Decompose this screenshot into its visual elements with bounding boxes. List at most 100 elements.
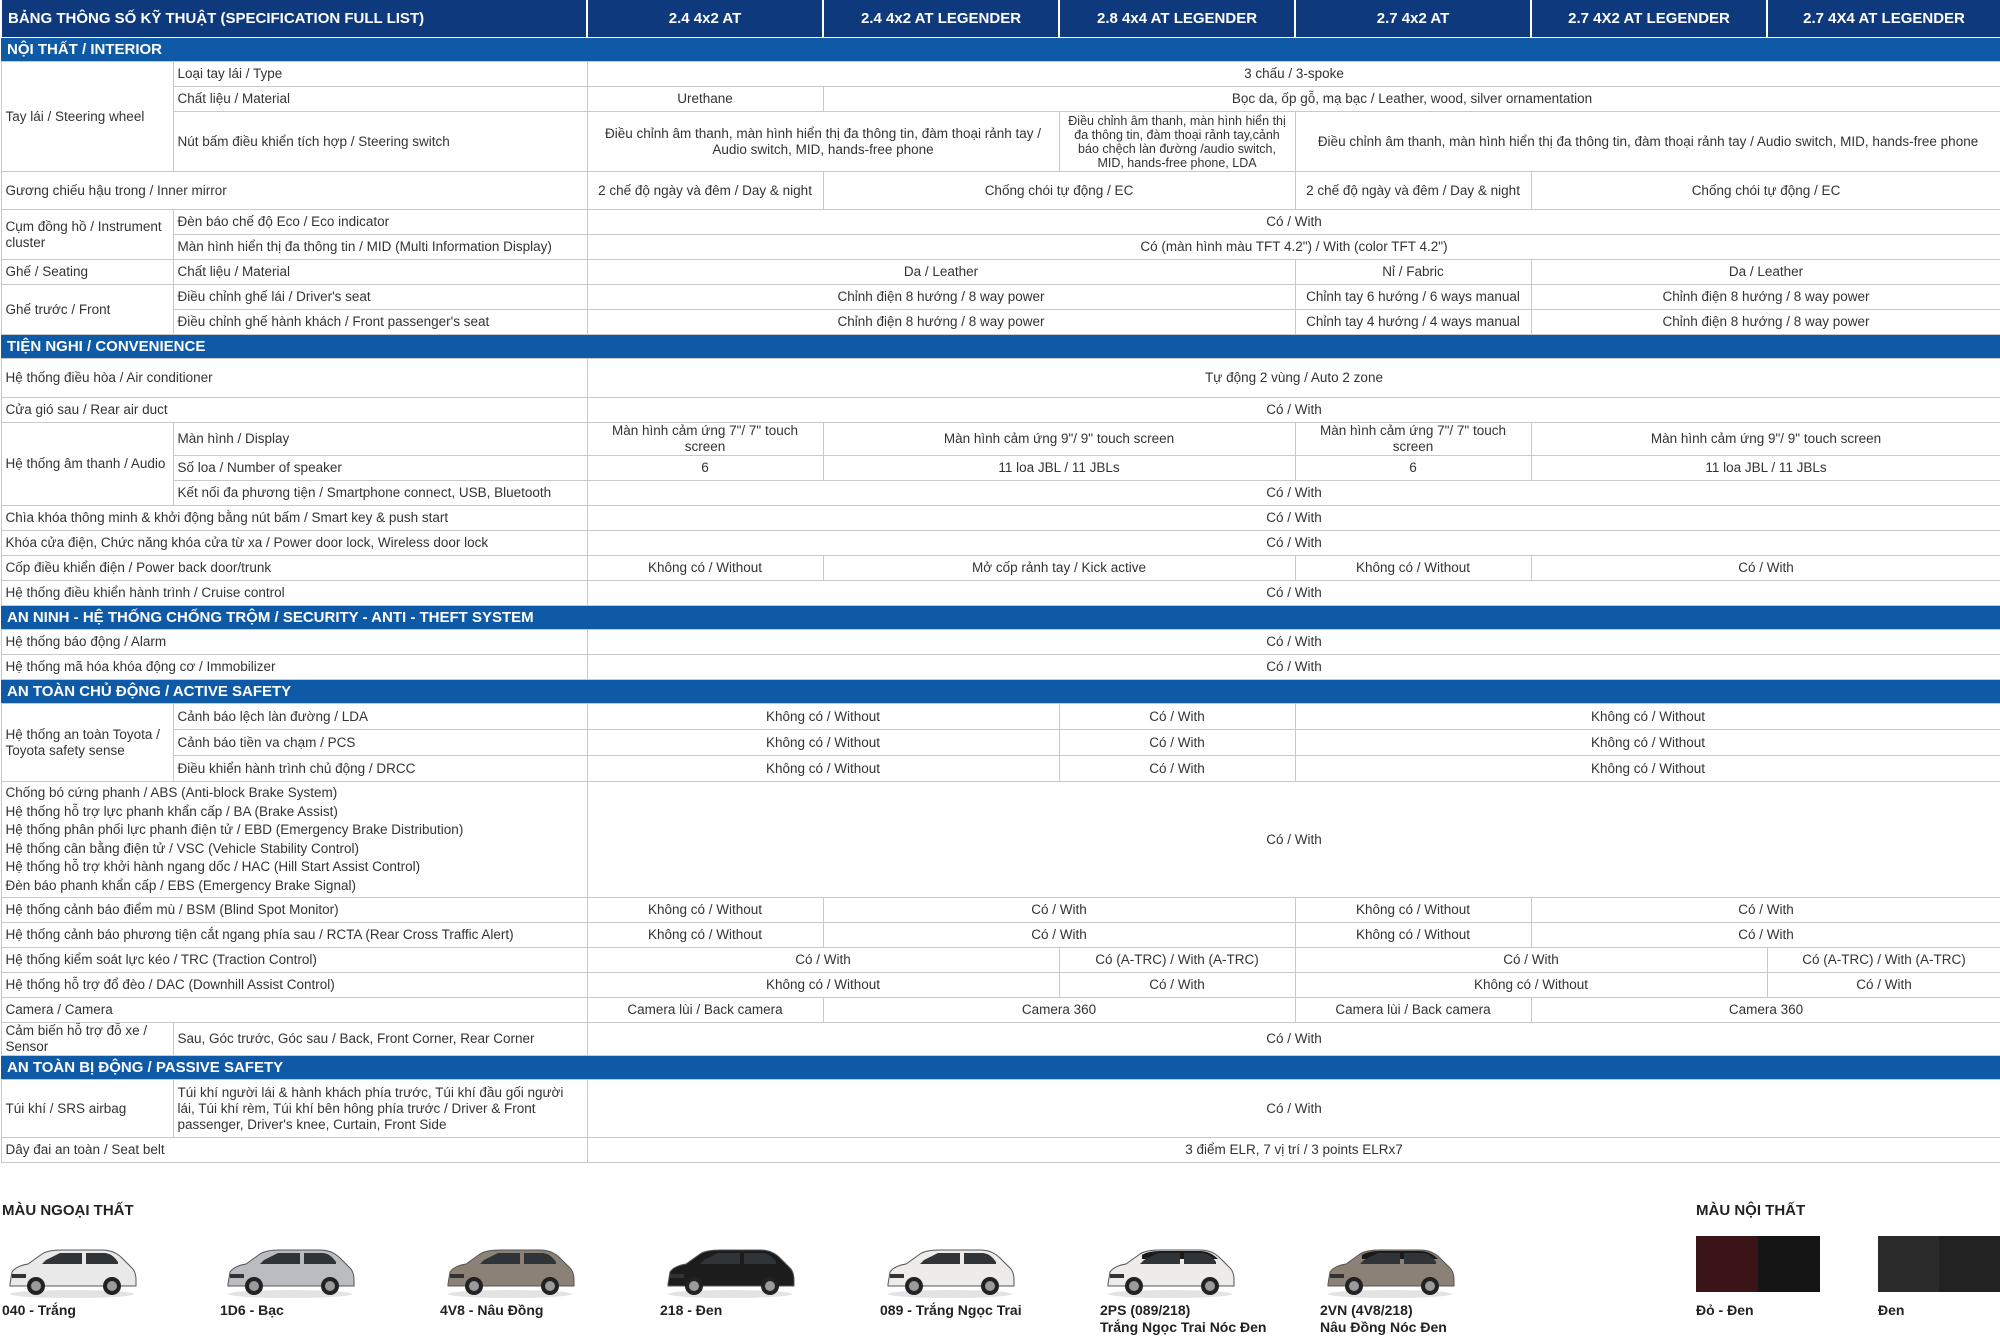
spec-value: Có / With — [586, 781, 2000, 898]
row-label: Hệ thống phân phối lực phanh điện tử / E… — [5, 822, 464, 837]
row-group-label: Hệ thống âm thanh / Audio — [0, 422, 174, 506]
interior-colors-title: MÀU NỘI THẤT — [1696, 1202, 1806, 1219]
row-label: Màn hình / Display — [172, 422, 588, 456]
spec-value: Có / With — [1058, 703, 1296, 730]
spec-value: Có / With — [586, 654, 2000, 680]
spec-value: Bọc da, ốp gỗ, mạ bạc / Leather, wood, s… — [822, 86, 2000, 112]
row-label: Cửa gió sau / Rear air duct — [0, 397, 588, 423]
row-label: Nút bấm điều khiển tích hợp / Steering s… — [172, 111, 588, 172]
row-group-label: Ghế trước / Front — [0, 284, 174, 335]
row-label: Túi khí người lái & hành khách phía trướ… — [172, 1079, 588, 1138]
row-label: Đèn báo chế độ Eco / Eco indicator — [172, 209, 588, 235]
row-label: Cốp điều khiển điện / Power back door/tr… — [0, 555, 588, 581]
suv-icon — [1107, 1249, 1235, 1298]
row-label: Hệ thống hỗ trợ lực phanh khẩn cấp / BA … — [5, 803, 338, 819]
spec-value: Có / With — [586, 480, 2000, 506]
spec-value: Không có / Without — [1294, 897, 1532, 923]
spec-value: 6 — [586, 455, 824, 481]
spec-value: Có / With — [1058, 755, 1296, 782]
color-code-label: 089 - Trắng Ngọc Trai — [880, 1302, 1022, 1318]
spec-value: Không có / Without — [1294, 755, 2000, 782]
interior-color-label: Đen — [1878, 1302, 1905, 1318]
row-label: Hệ thống cảnh báo phương tiện cắt ngang … — [0, 922, 588, 948]
row-group-label: Tay lái / Steering wheel — [0, 61, 174, 172]
car-thumbnail — [440, 1240, 580, 1300]
exterior-color-label: 1D6 - Bạc — [220, 1302, 284, 1319]
color-code-label: 2VN (4V8/218) — [1320, 1302, 1413, 1318]
row-group-label: Cảm biến hỗ trợ đỗ xe / Sensor — [0, 1022, 174, 1056]
spec-value: Camera lùi / Back camera — [586, 997, 824, 1023]
row-label: Chống bó cứng phanh / ABS (Anti-block Br… — [5, 785, 338, 800]
row-label: Hệ thống kiểm soát lực kéo / TRC (Tracti… — [0, 947, 588, 973]
spec-value: Chỉnh tay 6 hướng / 6 ways manual — [1294, 284, 1532, 310]
spec-value: 11 loa JBL / 11 JBLs — [822, 455, 1296, 481]
spec-value: Có / With — [1766, 972, 2000, 998]
row-label: Hệ thống mã hóa khóa động cơ / Immobiliz… — [0, 654, 588, 680]
row-group-label: Túi khí / SRS airbag — [0, 1079, 174, 1138]
table-header: BẢNG THÔNG SỐ KỸ THUẬT (SPECIFICATION FU… — [0, 0, 2000, 38]
suv-icon — [667, 1249, 795, 1298]
row-label: Gương chiếu hậu trong / Inner mirror — [0, 171, 588, 210]
row-label: Cảnh báo tiền va chạm / PCS — [172, 729, 588, 756]
variant-header: 2.7 4X2 AT LEGENDER — [1530, 0, 1769, 38]
spec-value: Không có / Without — [586, 897, 824, 923]
interior-color-label: Đỏ - Đen — [1696, 1302, 1754, 1318]
spec-value: Không có / Without — [1294, 972, 1768, 998]
spec-value: 6 — [1294, 455, 1532, 481]
color-name-label: Nâu Đồng Nóc Đen — [1320, 1319, 1447, 1335]
row-group-label: Ghế / Seating — [0, 259, 174, 285]
section-security: AN NINH - HỆ THỐNG CHỐNG TRỘM / SECURITY… — [1, 605, 2000, 630]
spec-value: Không có / Without — [586, 922, 824, 948]
spec-value: Chỉnh điện 8 hướng / 8 way power — [1530, 309, 2000, 335]
spec-value: Có (màn hình màu TFT 4.2") / With (color… — [586, 234, 2000, 260]
spec-value: Có / With — [586, 530, 2000, 556]
suv-icon — [887, 1249, 1015, 1298]
color-name-label: Trắng Ngọc Trai Nóc Đen — [1100, 1319, 1267, 1335]
spec-value: Không có / Without — [1294, 922, 1532, 948]
spec-value: 2 chế độ ngày và đêm / Day & night — [586, 171, 824, 210]
spec-value: Nỉ / Fabric — [1294, 259, 1532, 285]
spec-value: Có / With — [1530, 922, 2000, 948]
row-label: Hệ thống hỗ trợ khởi hành ngang dốc / HA… — [5, 859, 421, 874]
swatch-half — [1939, 1236, 2000, 1292]
variant-header: 2.8 4x4 AT LEGENDER — [1058, 0, 1297, 38]
interior-swatch-black — [1878, 1236, 2000, 1292]
row-label: Camera / Camera — [0, 997, 588, 1023]
spec-value: Không có / Without — [1294, 729, 2000, 756]
section-convenience: TIỆN NGHI / CONVENIENCE — [1, 334, 2000, 359]
spec-value: Không có / Without — [586, 755, 1060, 782]
section-interior: NỘI THẤT / INTERIOR — [1, 37, 2000, 62]
car-thumbnail — [2, 1240, 142, 1300]
row-label: Hệ thống điều hòa / Air conditioner — [0, 358, 588, 398]
color-code-label: 2PS (089/218) — [1100, 1302, 1191, 1318]
color-code-label: 040 - Trắng — [2, 1302, 76, 1318]
spec-value: Có / With — [1058, 729, 1296, 756]
spec-value: Không có / Without — [586, 729, 1060, 756]
variant-header: 2.7 4X4 AT LEGENDER — [1766, 0, 2000, 38]
color-section: MÀU NGOẠI THẤT 040 - Trắng 1D6 - Bạc 4V8 -… — [0, 1190, 2000, 1335]
section-passive-safety: AN TOÀN BỊ ĐỘNG / PASSIVE SAFETY — [1, 1055, 2000, 1080]
exterior-color-label: 040 - Trắng — [2, 1302, 76, 1319]
row-label: Kết nối đa phương tiện / Smartphone conn… — [172, 480, 588, 506]
row-label: Dây đai an toàn / Seat belt — [0, 1137, 588, 1163]
exterior-color-label: 2PS (089/218) Trắng Ngọc Trai Nóc Đen — [1100, 1302, 1266, 1336]
spec-value: Có / With — [586, 505, 2000, 531]
variant-header: 2.4 4x2 AT — [586, 0, 825, 38]
row-label: Hệ thống báo động / Alarm — [0, 629, 588, 655]
row-label: Chất liệu / Material — [172, 259, 588, 285]
spec-value: Không có / Without — [586, 703, 1060, 730]
row-label: Chìa khóa thông minh & khởi động bằng nú… — [0, 505, 588, 531]
spec-value: 3 điểm ELR, 7 vị trí / 3 points ELRx7 — [586, 1137, 2000, 1163]
spec-value: 3 chấu / 3-spoke — [586, 61, 2000, 87]
row-label: Hệ thống cân bằng điện tử / VSC (Vehicle… — [5, 840, 359, 856]
row-label: Loại tay lái / Type — [172, 61, 588, 87]
spec-value: Có / With — [586, 397, 2000, 423]
car-thumbnail — [220, 1240, 360, 1300]
spec-value: Màn hình cảm ứng 9"/ 9" touch screen — [1530, 422, 2000, 456]
suv-icon — [447, 1249, 575, 1298]
row-label: Khóa cửa điện, Chức năng khóa cửa từ xa … — [0, 530, 588, 556]
color-code-label: 4V8 - Nâu Đồng — [440, 1302, 544, 1318]
row-label: Hệ thống cảnh báo điểm mù / BSM (Blind S… — [0, 897, 588, 923]
spec-value: Chỉnh điện 8 hướng / 8 way power — [586, 284, 1296, 310]
row-group-label: Hệ thống an toàn Toyota / Toyota safety … — [0, 703, 174, 782]
